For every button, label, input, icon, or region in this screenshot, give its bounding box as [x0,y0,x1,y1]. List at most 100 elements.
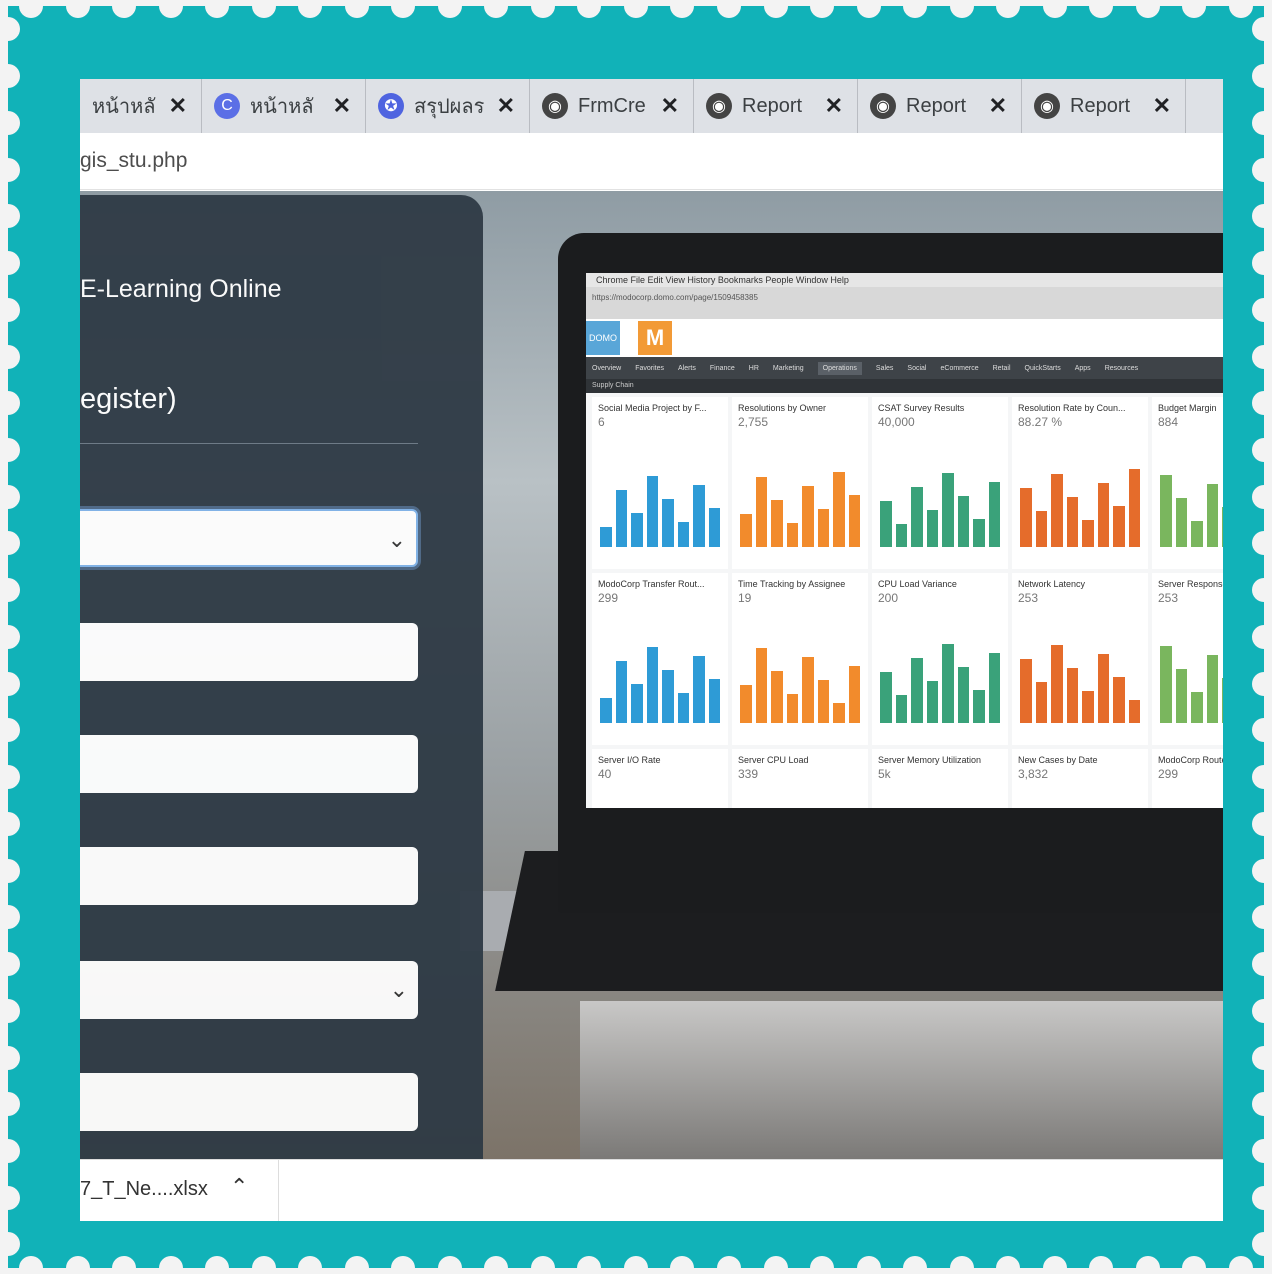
frame-scallop [8,297,20,322]
tab[interactable]: ✪ สรุปผลร ✕ [366,79,530,133]
tab[interactable]: หน้าหลั ✕ [80,79,202,133]
domo-nav-item: Retail [992,364,1011,372]
frame-scallop [65,6,90,18]
card-chart-bar [1160,475,1172,547]
frame-scallop [298,1256,323,1268]
card-chart-bar [740,514,752,547]
frame-scallop [1135,1256,1160,1268]
laptop-screen: Chrome File Edit View History Bookmarks … [586,273,1223,808]
dashboard-card: ModoCorp Route 299 [1152,749,1223,808]
dashboard-card: Server Memory Utilization 5k [872,749,1008,808]
card-chart-bar [662,670,674,723]
address-bar[interactable]: gis_stu.php [80,133,1223,190]
frame-scallop [1252,437,1264,462]
frame-scallop [856,1256,881,1268]
frame-scallop [391,1256,416,1268]
caret-up-icon[interactable]: ⌃ [230,1174,248,1200]
globe-icon: ◉ [706,93,732,119]
close-icon[interactable]: ✕ [1143,93,1171,119]
text-field-1[interactable] [80,623,418,681]
download-file-name[interactable]: 7_T_Ne....xlsx [80,1178,208,1201]
card-title: Resolutions by Owner [738,403,827,413]
frame-scallop [65,1256,90,1268]
card-value: 88.27 % [1018,415,1063,429]
close-icon[interactable]: ✕ [651,93,679,119]
frame-scallop [810,6,835,18]
text-field-2[interactable] [80,735,418,793]
tab[interactable]: ◉ FrmCre ✕ [530,79,694,133]
form-heading: egister) [80,383,177,415]
tab[interactable]: ◉ Report ✕ [694,79,858,133]
frame-scallop [1252,952,1264,977]
close-icon[interactable]: ✕ [979,93,1007,119]
card-chart [740,467,860,547]
close-icon[interactable]: ✕ [323,93,351,119]
card-chart-bar [1051,645,1063,723]
text-field-3[interactable] [80,847,418,905]
card-chart-bar [708,508,720,547]
card-chart-bar [817,680,829,723]
select-field-1[interactable]: ⌄ [80,509,418,567]
domo-nav-item: QuickStarts [1024,364,1061,372]
dashboard-cards: Social Media Project by F... 6 Resolutions… [586,393,1223,808]
frame-scallop [670,6,695,18]
close-icon[interactable]: ✕ [815,93,843,119]
card-chart-bar [1066,668,1078,723]
tab-label: FrmCre [578,94,646,117]
frame-scallop [484,6,509,18]
desk-keyboard [580,1001,1223,1159]
frame-scallop [903,1256,928,1268]
frame-scallop [1089,6,1114,18]
close-icon[interactable]: ✕ [487,93,515,119]
card-chart-bar [848,495,860,547]
domo-nav-item: Resources [1104,364,1139,372]
mac-menubar: Chrome File Edit View History Bookmarks … [586,273,1223,287]
select-field-2[interactable]: ⌄ [80,961,418,1019]
card-chart-bar [771,671,783,723]
card-chart-bar [755,477,767,547]
download-shelf: 7_T_Ne....xlsx ⌃ [80,1159,1223,1221]
frame-scallop [623,6,648,18]
tab[interactable]: ◉ Report ✕ [858,79,1022,133]
tab[interactable]: C หน้าหลั ✕ [202,79,366,133]
frame-scallop [1042,6,1067,18]
card-chart [1020,467,1140,547]
card-value: 40 [598,767,612,781]
frame-scallop [8,858,20,883]
card-chart-bar [1128,469,1140,547]
card-title: Budget Margin [1158,403,1217,413]
card-title: Network Latency [1018,579,1086,589]
laptop-browser-url: https://modocorp.domo.com/page/150945838… [586,287,1223,319]
frame-scallop [1252,391,1264,416]
card-chart-bar [1020,659,1032,723]
domo-logo: DOMO [586,321,620,355]
frame-scallop [810,1256,835,1268]
frame-scallop [996,6,1021,18]
card-value: 200 [878,591,899,605]
frame-scallop [763,6,788,18]
frame-scallop [344,1256,369,1268]
frame-scallop [344,6,369,18]
card-chart-bar [926,510,938,547]
close-icon[interactable]: ✕ [159,93,187,119]
globe-icon: ◉ [1034,93,1060,119]
domo-nav-item: Operations [817,361,862,375]
frame-scallop [996,1256,1021,1268]
card-chart-bar [1175,498,1187,547]
frame-edge-left [8,6,24,1268]
tab[interactable]: ◉ Report ✕ [1022,79,1186,133]
domo-nav-item: Apps [1074,364,1091,372]
frame-scallop [8,624,20,649]
url-text: gis_stu.php [80,149,188,172]
frame-scallop [8,391,20,416]
card-chart-bar [1222,507,1223,547]
frame-scallop [1252,17,1264,42]
dashboard-card: CPU Load Variance 200 [872,573,1008,745]
frame-scallop [251,1256,276,1268]
text-field-4[interactable] [80,1073,418,1131]
domo-nav-item: Marketing [772,364,804,372]
site-title: E-Learning Online [80,275,282,303]
frame-scallop [1252,251,1264,276]
card-title: ModoCorp Route [1158,755,1223,765]
card-value: 2,755 [738,415,769,429]
